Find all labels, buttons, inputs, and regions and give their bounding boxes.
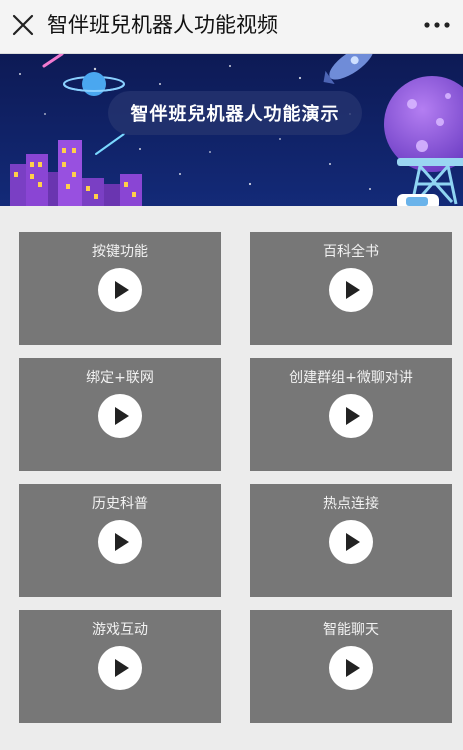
video-title: 智能聊天 <box>323 622 379 638</box>
play-icon <box>115 533 129 551</box>
video-tile[interactable]: 创建群组+微聊对讲 <box>250 358 452 471</box>
video-tile[interactable]: 百科全书 <box>250 232 452 345</box>
close-icon <box>12 14 34 36</box>
video-title: 热点连接 <box>323 496 379 512</box>
play-button[interactable] <box>329 394 373 438</box>
play-icon <box>346 407 360 425</box>
video-tile[interactable]: 智能聊天 <box>250 610 452 723</box>
more-dots-icon <box>424 22 450 28</box>
video-title: 游戏互动 <box>92 622 148 638</box>
video-tile[interactable]: 按键功能 <box>19 232 221 345</box>
video-tile[interactable]: 绑定+联网 <box>19 358 221 471</box>
video-title: 按键功能 <box>92 244 148 260</box>
page-title: 智伴班兒机器人功能视频 <box>47 13 278 37</box>
video-title: 创建群组+微聊对讲 <box>289 370 413 386</box>
top-bar: 智伴班兒机器人功能视频 <box>0 0 463 54</box>
play-icon <box>115 281 129 299</box>
play-button[interactable] <box>98 394 142 438</box>
play-button[interactable] <box>98 646 142 690</box>
play-button[interactable] <box>98 268 142 312</box>
play-icon <box>346 533 360 551</box>
video-tile[interactable]: 游戏互动 <box>19 610 221 723</box>
more-button[interactable] <box>419 8 455 42</box>
play-icon <box>346 659 360 677</box>
play-button[interactable] <box>329 268 373 312</box>
play-icon <box>115 407 129 425</box>
play-button[interactable] <box>98 520 142 564</box>
play-icon <box>115 659 129 677</box>
banner-title: 智伴班兒机器人功能演示 <box>130 104 340 125</box>
play-icon <box>346 281 360 299</box>
banner-title-pill: 智伴班兒机器人功能演示 <box>108 91 362 135</box>
play-button[interactable] <box>329 646 373 690</box>
close-button[interactable] <box>6 8 40 42</box>
video-tile[interactable]: 历史科普 <box>19 484 221 597</box>
play-button[interactable] <box>329 520 373 564</box>
video-title: 历史科普 <box>92 496 148 512</box>
banner: 智伴班兒机器人功能演示 <box>0 54 463 206</box>
video-tile[interactable]: 热点连接 <box>250 484 452 597</box>
video-title: 绑定+联网 <box>86 370 154 386</box>
video-title: 百科全书 <box>323 244 379 260</box>
